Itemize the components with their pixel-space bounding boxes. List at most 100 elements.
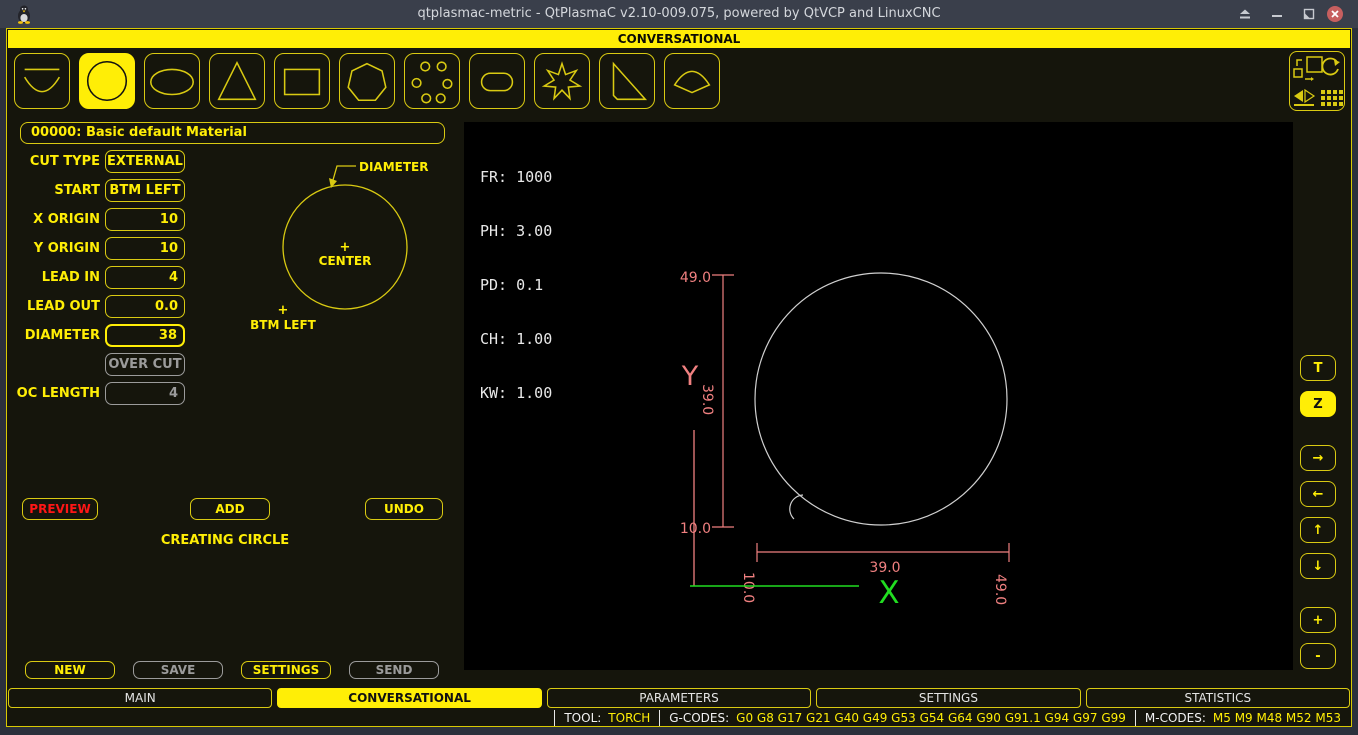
cut-parameter-stats: FR: 1000 PH: 3.00 PD: 0.1 CH: 1.00 KW: 1… [480, 132, 552, 438]
gcodes-label: G-CODES: [669, 711, 729, 725]
tool-label: TOOL: [564, 711, 601, 725]
y-axis-label: Y [681, 361, 699, 392]
view-z-button[interactable]: Z [1300, 391, 1336, 417]
preview-button[interactable]: PREVIEW [22, 498, 98, 520]
stat-kerf-width: KW: 1.00 [480, 384, 552, 402]
shape-star-button[interactable] [534, 53, 590, 109]
main-tab-bar: MAIN CONVERSATIONAL PARAMETERS SETTINGS … [8, 688, 1350, 708]
diagram-diameter-label: DIAMETER [359, 160, 428, 174]
lead-in-input[interactable] [105, 266, 185, 289]
gcodes-status-group: G-CODES: G0 G8 G17 G21 G40 G49 G53 G54 G… [659, 710, 1135, 726]
triangle-icon [210, 53, 264, 109]
preview-viewport: FR: 1000 PH: 3.00 PD: 0.1 CH: 1.00 KW: 1… [464, 122, 1293, 670]
x-dim-length-label: 39.0 [869, 560, 900, 576]
shape-line-button[interactable] [14, 53, 70, 109]
shape-rectangle-button[interactable] [274, 53, 330, 109]
stat-feed-rate: FR: 1000 [480, 168, 552, 186]
add-button[interactable]: ADD [190, 498, 270, 520]
tab-parameters[interactable]: PARAMETERS [547, 688, 811, 708]
diagram-start-label: BTM LEFT [250, 318, 316, 332]
zoom-in-button[interactable]: + [1300, 607, 1336, 633]
slot-icon [470, 53, 524, 109]
y-origin-input[interactable] [105, 237, 185, 260]
ellipse-icon [145, 53, 199, 109]
circle-icon [80, 53, 134, 109]
star-icon [535, 53, 589, 109]
stat-pierce-height: PH: 3.00 [480, 222, 552, 240]
shape-polygon-button[interactable] [339, 53, 395, 109]
mcodes-status-group: M-CODES: M5 M9 M48 M52 M53 [1135, 710, 1350, 726]
shade-window-button[interactable] [1236, 5, 1254, 23]
rectangle-icon [275, 53, 329, 109]
lead-out-input[interactable] [105, 295, 185, 318]
y-origin-label: Y ORIGIN [10, 237, 100, 260]
zoom-out-button[interactable]: - [1300, 643, 1336, 669]
diameter-input[interactable] [105, 324, 185, 347]
over-cut-button[interactable]: OVER CUT [105, 353, 185, 376]
shape-triangle-button[interactable] [209, 53, 265, 109]
cut-type-label: CUT TYPE [10, 150, 100, 173]
x-origin-label: X ORIGIN [10, 208, 100, 231]
shape-ellipse-button[interactable] [144, 53, 200, 109]
line-arc-icon [15, 53, 69, 109]
rotate-icon [1322, 59, 1340, 75]
tool-status-group: TOOL: TORCH [554, 710, 659, 726]
scale-icon [1294, 57, 1322, 81]
x-axis-label: X [878, 575, 899, 611]
tab-conversational[interactable]: CONVERSATIONAL [277, 688, 541, 708]
stat-pierce-delay: PD: 0.1 [480, 276, 552, 294]
x-dim-right-label: 49.0 [992, 574, 1008, 605]
conversational-header: CONVERSATIONAL [8, 30, 1350, 48]
x-dim-left-label: 10.0 [740, 572, 756, 603]
start-button[interactable]: BTM LEFT [105, 179, 185, 202]
sector-icon [665, 53, 719, 109]
circle-path [755, 273, 1007, 525]
gcode-preview-drawing: 49.0 39.0 10.0 10.0 39.0 49.0 Y X [464, 122, 1293, 670]
close-window-button[interactable] [1326, 5, 1344, 23]
send-button[interactable]: SEND [349, 661, 439, 679]
lead-out-label: LEAD OUT [10, 295, 100, 318]
tab-main[interactable]: MAIN [8, 688, 272, 708]
shape-bolt-circle-button[interactable] [404, 53, 460, 109]
bolt-circle-icon [405, 53, 459, 109]
mirror-icon [1294, 90, 1314, 106]
shape-transform-group-button[interactable] [1289, 51, 1345, 111]
view-top-button[interactable]: T [1300, 355, 1336, 381]
stat-cut-height: CH: 1.00 [480, 330, 552, 348]
right-triangle-icon [600, 53, 654, 109]
save-button[interactable]: SAVE [133, 661, 223, 679]
mcodes-value: M5 M9 M48 M52 M53 [1213, 711, 1341, 725]
creation-status-text: CREATING CIRCLE [80, 533, 370, 548]
titlebar: qtplasmac-metric - QtPlasmaC v2.10-009.0… [0, 0, 1358, 28]
cut-type-button[interactable]: EXTERNAL [105, 150, 185, 173]
tab-settings[interactable]: SETTINGS [816, 688, 1080, 708]
pan-right-button[interactable]: → [1300, 445, 1336, 471]
diagram-center-mark: + [340, 240, 351, 255]
diagram-start-mark: + [278, 303, 289, 318]
lead-in-arc [790, 495, 803, 519]
diagram-center-label: CENTER [319, 254, 372, 268]
settings-button[interactable]: SETTINGS [241, 661, 331, 679]
qtplasmac-window: qtplasmac-metric - QtPlasmaC v2.10-009.0… [0, 0, 1358, 735]
oc-length-label: OC LENGTH [10, 382, 100, 405]
minimize-window-button[interactable] [1268, 5, 1286, 23]
array-icon [1321, 90, 1343, 106]
restore-window-button[interactable] [1300, 5, 1318, 23]
pan-down-button[interactable]: ↓ [1300, 553, 1336, 579]
oc-length-input[interactable] [105, 382, 185, 405]
shape-slot-button[interactable] [469, 53, 525, 109]
y-dim-top-label: 49.0 [680, 270, 711, 286]
lead-in-label: LEAD IN [10, 266, 100, 289]
pan-left-button[interactable]: ← [1300, 481, 1336, 507]
window-title: qtplasmac-metric - QtPlasmaC v2.10-009.0… [0, 0, 1358, 28]
shape-right-triangle-button[interactable] [599, 53, 655, 109]
pan-up-button[interactable]: ↑ [1300, 517, 1336, 543]
y-dim-length-label: 39.0 [699, 384, 715, 415]
shape-sector-button[interactable] [664, 53, 720, 109]
new-button[interactable]: NEW [25, 661, 115, 679]
x-origin-input[interactable] [105, 208, 185, 231]
shape-circle-button[interactable] [79, 53, 135, 109]
material-selector[interactable]: 00000: Basic default Material [20, 122, 445, 144]
tab-statistics[interactable]: STATISTICS [1086, 688, 1350, 708]
undo-button[interactable]: UNDO [365, 498, 443, 520]
